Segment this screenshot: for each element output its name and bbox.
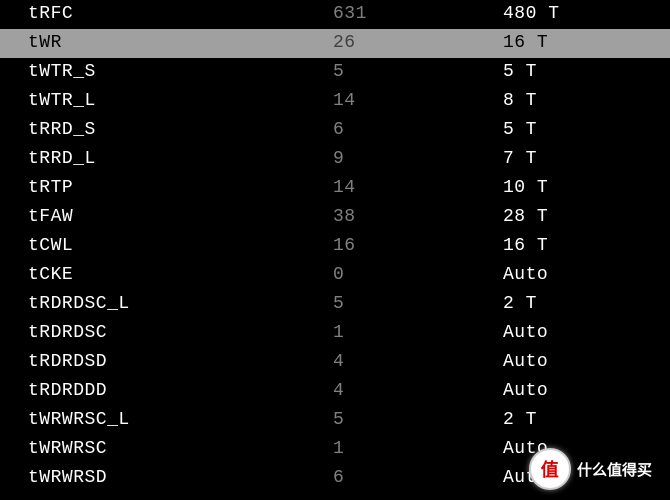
timing-row[interactable]: tRTP1410 T [0, 174, 670, 203]
timing-set-value[interactable]: Auto [503, 348, 670, 377]
timing-set-value[interactable]: Auto [503, 319, 670, 348]
timing-row[interactable]: tCKE0Auto [0, 261, 670, 290]
timing-current-value: 5 [333, 58, 503, 87]
timing-name: tWTR_L [28, 87, 333, 116]
timing-current-value: 5 [333, 406, 503, 435]
timing-set-value[interactable]: 16 T [503, 29, 670, 58]
timing-row[interactable]: tWRWRSC_L52 T [0, 406, 670, 435]
timing-current-value: 0 [333, 261, 503, 290]
timing-set-value[interactable]: 16 T [503, 232, 670, 261]
timing-current-value: 6 [333, 116, 503, 145]
timing-name: tWRWRSD [28, 464, 333, 493]
timing-set-value[interactable]: Auto [503, 261, 670, 290]
timing-name: tRDRDSC_L [28, 290, 333, 319]
timing-current-value: 14 [333, 174, 503, 203]
timing-name: tRDRDDD [28, 377, 333, 406]
timing-current-value: 5 [333, 290, 503, 319]
timing-set-value[interactable]: 7 T [503, 145, 670, 174]
timing-current-value: 1 [333, 319, 503, 348]
watermark-badge: 值 什么值得买 [529, 448, 652, 490]
timing-name: tCWL [28, 232, 333, 261]
timing-current-value: 9 [333, 145, 503, 174]
timing-set-value[interactable]: 10 T [503, 174, 670, 203]
timing-current-value: 14 [333, 87, 503, 116]
timing-row[interactable]: tWR2616 T [0, 29, 670, 58]
timing-current-value: 631 [333, 0, 503, 29]
timing-row[interactable]: tCWL1616 T [0, 232, 670, 261]
timing-row[interactable]: tWTR_L148 T [0, 87, 670, 116]
timing-set-value[interactable]: 2 T [503, 406, 670, 435]
timing-set-value[interactable]: 5 T [503, 58, 670, 87]
timing-row[interactable]: tFAW3828 T [0, 203, 670, 232]
watermark-text: 什么值得买 [577, 459, 652, 480]
timing-row[interactable]: tRRD_S65 T [0, 116, 670, 145]
timing-set-value[interactable]: Auto [503, 377, 670, 406]
timing-row[interactable]: tRRD_L97 T [0, 145, 670, 174]
timing-row[interactable]: tWTR_S55 T [0, 58, 670, 87]
timing-current-value: 4 [333, 377, 503, 406]
timing-name: tCKE [28, 261, 333, 290]
timing-name: tRRD_L [28, 145, 333, 174]
watermark-icon: 值 [529, 448, 571, 490]
timing-row[interactable]: tRDRDSC_L52 T [0, 290, 670, 319]
timing-set-value[interactable]: 5 T [503, 116, 670, 145]
timing-name: tRFC [28, 0, 333, 29]
timing-name: tWRWRSC_L [28, 406, 333, 435]
timing-name: tWRWRSC [28, 435, 333, 464]
timing-current-value: 4 [333, 348, 503, 377]
timing-current-value: 16 [333, 232, 503, 261]
timing-current-value: 6 [333, 464, 503, 493]
timing-set-value[interactable]: 2 T [503, 290, 670, 319]
memory-timing-table: tRFC631480 TtWR2616 TtWTR_S55 TtWTR_L148… [0, 0, 670, 500]
timing-name: tRTP [28, 174, 333, 203]
timing-current-value: 1 [333, 435, 503, 464]
timing-row[interactable]: tRDRDSD4Auto [0, 348, 670, 377]
timing-name: tFAW [28, 203, 333, 232]
timing-row[interactable]: tRDRDDD4Auto [0, 377, 670, 406]
timing-current-value: 38 [333, 203, 503, 232]
timing-row[interactable]: tRDRDSC1Auto [0, 319, 670, 348]
timing-set-value[interactable]: 8 T [503, 87, 670, 116]
timing-set-value[interactable]: 480 T [503, 0, 670, 29]
timing-set-value[interactable]: 28 T [503, 203, 670, 232]
timing-row[interactable]: tRFC631480 T [0, 0, 670, 29]
timing-current-value: 26 [333, 29, 503, 58]
timing-name: tWR [28, 29, 333, 58]
timing-name: tRRD_S [28, 116, 333, 145]
timing-name: tWTR_S [28, 58, 333, 87]
timing-name: tRDRDSC [28, 319, 333, 348]
timing-name: tRDRDSD [28, 348, 333, 377]
